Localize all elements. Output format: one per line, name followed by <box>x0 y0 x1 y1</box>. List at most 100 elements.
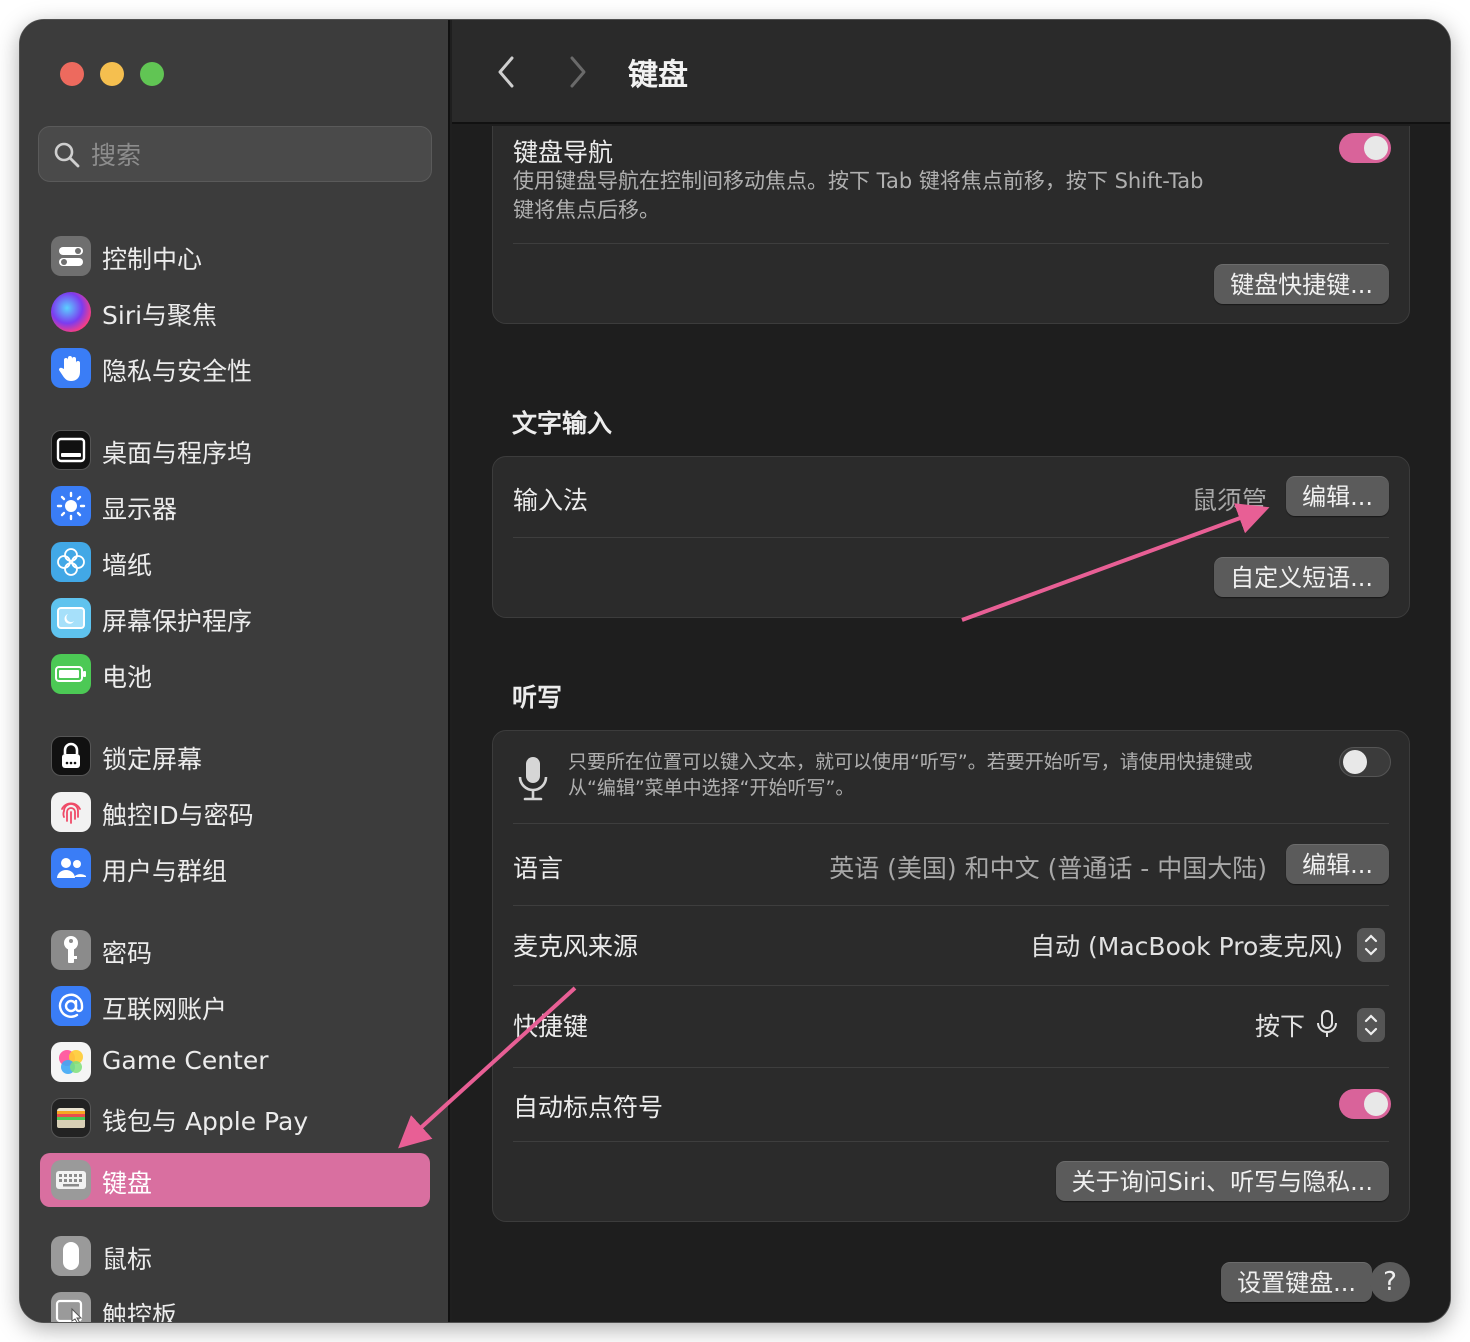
text-input-section-title: 文字输入 <box>512 409 613 438</box>
keyboard-nav-description-line2: 键将焦点后移。 <box>513 198 660 222</box>
at-sign-icon <box>51 986 91 1026</box>
sidebar-item-privacy[interactable]: 隐私与安全性 <box>40 341 430 395</box>
wallpaper-flower-icon <box>51 542 91 582</box>
sidebar-item-label: 鼠标 <box>102 1245 153 1274</box>
dock-icon <box>51 430 91 470</box>
language-value: 英语 (美国) 和中文 (普通话 - 中国大陆) <box>829 854 1267 883</box>
chevron-left-icon[interactable] <box>492 52 522 92</box>
keyboard-nav-description-line1: 使用键盘导航在控制间移动焦点。按下 Tab 键将焦点前移，按下 Shift-Ta… <box>513 169 1204 193</box>
settings-window: 控制中心 Siri与聚焦 隐私与安全性 桌面与程序坞 显示器 <box>20 20 1450 1322</box>
sidebar-item-touch-id[interactable]: 触控ID与密码 <box>40 785 430 839</box>
mic-source-value[interactable]: 自动 (MacBook Pro麦克风) <box>1030 927 1343 963</box>
sidebar-item-screensaver[interactable]: 屏幕保护程序 <box>40 591 430 645</box>
search-box[interactable] <box>38 126 432 182</box>
microphone-icon <box>518 757 548 801</box>
dictation-card: 只要所在位置可以键入文本，就可以使用“听写”。若要开始听写，请使用快捷键或 从“… <box>492 730 1410 1222</box>
chevron-right-icon[interactable] <box>562 52 592 92</box>
divider <box>513 905 1389 906</box>
sidebar-item-desktop-dock[interactable]: 桌面与程序坞 <box>40 423 430 477</box>
sidebar-item-label: Siri与聚焦 <box>102 301 218 330</box>
divider <box>513 985 1389 986</box>
siri-dictation-privacy-button[interactable]: 关于询问Siri、听写与隐私... <box>1055 1161 1389 1201</box>
shortcut-value[interactable]: 按下 <box>1255 1007 1305 1043</box>
sidebar-item-mouse[interactable]: 鼠标 <box>40 1229 430 1283</box>
settings-content: 键盘导航 使用键盘导航在控制间移动焦点。按下 Tab 键将焦点前移，按下 Shi… <box>452 126 1450 1322</box>
sidebar-item-label: 隐私与安全性 <box>102 357 253 386</box>
sidebar-item-label: 触控ID与密码 <box>102 801 254 830</box>
siri-icon <box>51 292 91 332</box>
users-icon <box>51 848 91 888</box>
search-icon <box>54 142 80 168</box>
sidebar-item-game-center[interactable]: Game Center <box>40 1035 430 1089</box>
minimize-window-button[interactable] <box>100 62 124 86</box>
display-brightness-icon <box>51 486 91 526</box>
auto-punctuation-label: 自动标点符号 <box>513 1093 664 1122</box>
sidebar-item-label: 桌面与程序坞 <box>102 439 253 468</box>
sidebar-item-wallpaper[interactable]: 墙纸 <box>40 535 430 589</box>
sidebar-item-lock-screen[interactable]: 锁定屏幕 <box>40 729 430 783</box>
dictation-description-line2: 从“编辑”菜单中选择“开始听写”。 <box>568 777 855 799</box>
input-method-value: 鼠须管 <box>1191 486 1267 515</box>
divider <box>513 243 1389 244</box>
sidebar-item-label: 互联网账户 <box>102 995 228 1024</box>
dictation-toggle[interactable] <box>1339 747 1391 777</box>
sidebar-item-label: 锁定屏幕 <box>102 745 203 774</box>
chevron-up-down-icon <box>1364 934 1378 956</box>
close-window-button[interactable] <box>60 62 84 86</box>
keyboard-shortcuts-button[interactable]: 键盘快捷键... <box>1214 264 1389 304</box>
sidebar-item-label: 键盘 <box>102 1169 153 1198</box>
sidebar-item-label: Game Center <box>102 1046 269 1075</box>
sidebar-item-control-center[interactable]: 控制中心 <box>40 229 430 283</box>
divider <box>513 823 1389 824</box>
shortcut-label: 快捷键 <box>513 1012 589 1041</box>
dictation-description-line1: 只要所在位置可以键入文本，就可以使用“听写”。若要开始听写，请使用快捷键或 <box>568 751 1253 773</box>
mic-source-popup-button[interactable] <box>1357 928 1385 962</box>
sidebar-item-wallet[interactable]: 钱包与 Apple Pay <box>40 1091 430 1145</box>
keyboard-navigation-card: 键盘导航 使用键盘导航在控制间移动焦点。按下 Tab 键将焦点前移，按下 Shi… <box>492 126 1410 324</box>
sidebar-item-trackpad[interactable]: 触控板 <box>40 1285 430 1322</box>
screensaver-icon <box>51 598 91 638</box>
sidebar-item-label: 钱包与 Apple Pay <box>102 1107 309 1136</box>
main-pane: 键盘 键盘导航 使用键盘导航在控制间移动焦点。按下 Tab 键将焦点前移，按下 … <box>452 20 1450 1322</box>
lock-icon <box>51 736 91 776</box>
sidebar-item-passwords[interactable]: 密码 <box>40 923 430 977</box>
keyboard-icon <box>51 1160 91 1200</box>
sidebar-item-label: 电池 <box>102 663 153 692</box>
help-button[interactable]: ? <box>1370 1262 1410 1302</box>
search-input[interactable] <box>91 137 411 173</box>
dictation-section-title: 听写 <box>512 683 563 712</box>
sidebar-item-internet-accounts[interactable]: 互联网账户 <box>40 979 430 1033</box>
sidebar-item-label: 显示器 <box>102 495 178 524</box>
sidebar-item-users-groups[interactable]: 用户与群组 <box>40 841 430 895</box>
keyboard-nav-title: 键盘导航 <box>513 138 614 167</box>
page-title: 键盘 <box>628 58 688 93</box>
custom-phrases-button[interactable]: 自定义短语... <box>1214 557 1389 597</box>
sidebar-item-displays[interactable]: 显示器 <box>40 479 430 533</box>
key-icon <box>51 930 91 970</box>
battery-icon <box>51 654 91 694</box>
divider <box>513 1141 1389 1142</box>
chevron-up-down-icon <box>1364 1014 1378 1036</box>
language-edit-button[interactable]: 编辑... <box>1286 844 1389 884</box>
sidebar-item-label: 用户与群组 <box>102 857 228 886</box>
sidebar-item-siri[interactable]: Siri与聚焦 <box>40 285 430 339</box>
sidebar-item-battery[interactable]: 电池 <box>40 647 430 701</box>
sidebar-item-keyboard[interactable]: 键盘 <box>40 1153 430 1207</box>
zoom-window-button[interactable] <box>140 62 164 86</box>
control-center-icon <box>51 236 91 276</box>
game-center-icon <box>51 1042 91 1082</box>
keyboard-navigation-toggle[interactable] <box>1339 133 1391 163</box>
trackpad-icon <box>51 1292 91 1322</box>
mic-source-label: 麦克风来源 <box>513 932 639 961</box>
setup-keyboard-button[interactable]: 设置键盘... <box>1221 1262 1372 1302</box>
language-label: 语言 <box>513 854 564 883</box>
input-method-edit-button[interactable]: 编辑... <box>1286 476 1389 516</box>
sidebar: 控制中心 Siri与聚焦 隐私与安全性 桌面与程序坞 显示器 <box>20 20 450 1322</box>
mouse-icon <box>51 1236 91 1276</box>
microphone-key-icon <box>1317 1010 1337 1037</box>
shortcut-popup-button[interactable] <box>1357 1008 1385 1042</box>
fingerprint-icon <box>51 792 91 832</box>
auto-punctuation-toggle[interactable] <box>1339 1089 1391 1119</box>
text-input-card: 输入法 鼠须管 编辑... 自定义短语... <box>492 456 1410 618</box>
divider <box>513 537 1389 538</box>
